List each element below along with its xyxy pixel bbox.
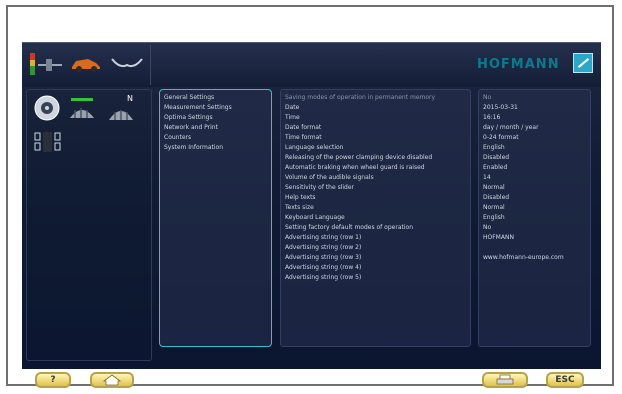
tyre-n-icon[interactable]: N <box>105 92 139 122</box>
menu-item-measurement-settings[interactable]: Measurement Settings <box>164 104 232 112</box>
param-value[interactable]: Disabled <box>483 194 509 202</box>
param-label[interactable]: Keyboard Language <box>285 214 345 222</box>
param-value[interactable]: No <box>483 94 491 102</box>
param-value[interactable]: 14 <box>483 174 491 182</box>
weights-icon[interactable] <box>33 130 63 154</box>
param-value[interactable]: 2015-03-31 <box>483 104 518 112</box>
param-value[interactable]: Normal <box>483 204 505 212</box>
param-label[interactable]: Texts size <box>285 204 314 212</box>
menu-item-system-information[interactable]: System Information <box>164 144 223 152</box>
value-list: No 2015-03-31 16:16 day / month / year 0… <box>478 89 591 347</box>
param-label[interactable]: Advertising string (row 5) <box>285 274 361 282</box>
car-icon[interactable] <box>70 55 102 73</box>
param-label[interactable]: Saving modes of operation in permanent m… <box>285 94 435 102</box>
home-icon <box>102 374 122 386</box>
left-panel: N <box>26 89 152 361</box>
param-label[interactable]: Date <box>285 104 299 112</box>
wheel-icon[interactable] <box>33 94 61 122</box>
param-label[interactable]: Date format <box>285 124 321 132</box>
menu-item-network-print[interactable]: Network and Print <box>164 124 218 132</box>
param-label[interactable]: Automatic braking when wheel guard is ra… <box>285 164 425 172</box>
printer-icon <box>496 374 514 385</box>
param-value[interactable]: Disabled <box>483 154 509 162</box>
param-label[interactable]: Advertising string (row 3) <box>285 254 361 262</box>
esc-button[interactable]: ESC <box>546 372 584 388</box>
help-button[interactable]: ? <box>35 372 71 388</box>
menu-item-general-settings[interactable]: General Settings <box>164 94 214 102</box>
param-label[interactable]: Advertising string (row 4) <box>285 264 361 272</box>
param-label[interactable]: Time <box>285 114 300 122</box>
param-value[interactable]: Normal <box>483 184 505 192</box>
param-label[interactable]: Volume of the audible signals <box>285 174 374 182</box>
screen: HOFMANN N General Settings Measurement S… <box>22 42 601 369</box>
param-label[interactable]: Sensitivity of the slider <box>285 184 354 192</box>
param-value[interactable]: English <box>483 144 505 152</box>
param-value[interactable]: www.hofmann-europe.com <box>483 254 564 262</box>
param-value[interactable]: HOFMANN <box>483 234 514 242</box>
param-label[interactable]: Setting factory default modes of operati… <box>285 224 413 232</box>
param-value[interactable]: English <box>483 214 505 222</box>
param-value[interactable]: 0-24 format <box>483 134 519 142</box>
top-bar: HOFMANN <box>22 43 601 87</box>
settings-menu: General Settings Measurement Settings Op… <box>159 89 272 347</box>
menu-item-counters[interactable]: Counters <box>164 134 191 142</box>
tyre-balance-icon[interactable] <box>67 96 97 120</box>
param-label[interactable]: Language selection <box>285 144 344 152</box>
param-value[interactable]: Enabled <box>483 164 507 172</box>
param-label[interactable]: Advertising string (row 2) <box>285 244 361 252</box>
wheel-measure-icon[interactable] <box>28 49 64 81</box>
param-label[interactable]: Advertising string (row 1) <box>285 234 361 242</box>
svg-text:N: N <box>127 94 133 103</box>
menu-item-optima-settings[interactable]: Optima Settings <box>164 114 213 122</box>
param-label[interactable]: Releasing of the power clamping device d… <box>285 154 432 162</box>
divider <box>150 45 151 85</box>
rim-profile-icon[interactable] <box>110 55 144 73</box>
param-label[interactable]: Time format <box>285 134 322 142</box>
param-value[interactable]: No <box>483 224 491 232</box>
parameter-list: Saving modes of operation in permanent m… <box>280 89 471 347</box>
home-button[interactable] <box>90 372 134 388</box>
brand-logo: HOFMANN <box>477 57 560 72</box>
print-button[interactable] <box>482 372 528 388</box>
brand-mark-icon <box>573 53 593 73</box>
param-value[interactable]: 16:16 <box>483 114 500 122</box>
param-label[interactable]: Help texts <box>285 194 316 202</box>
param-value[interactable]: day / month / year <box>483 124 539 132</box>
